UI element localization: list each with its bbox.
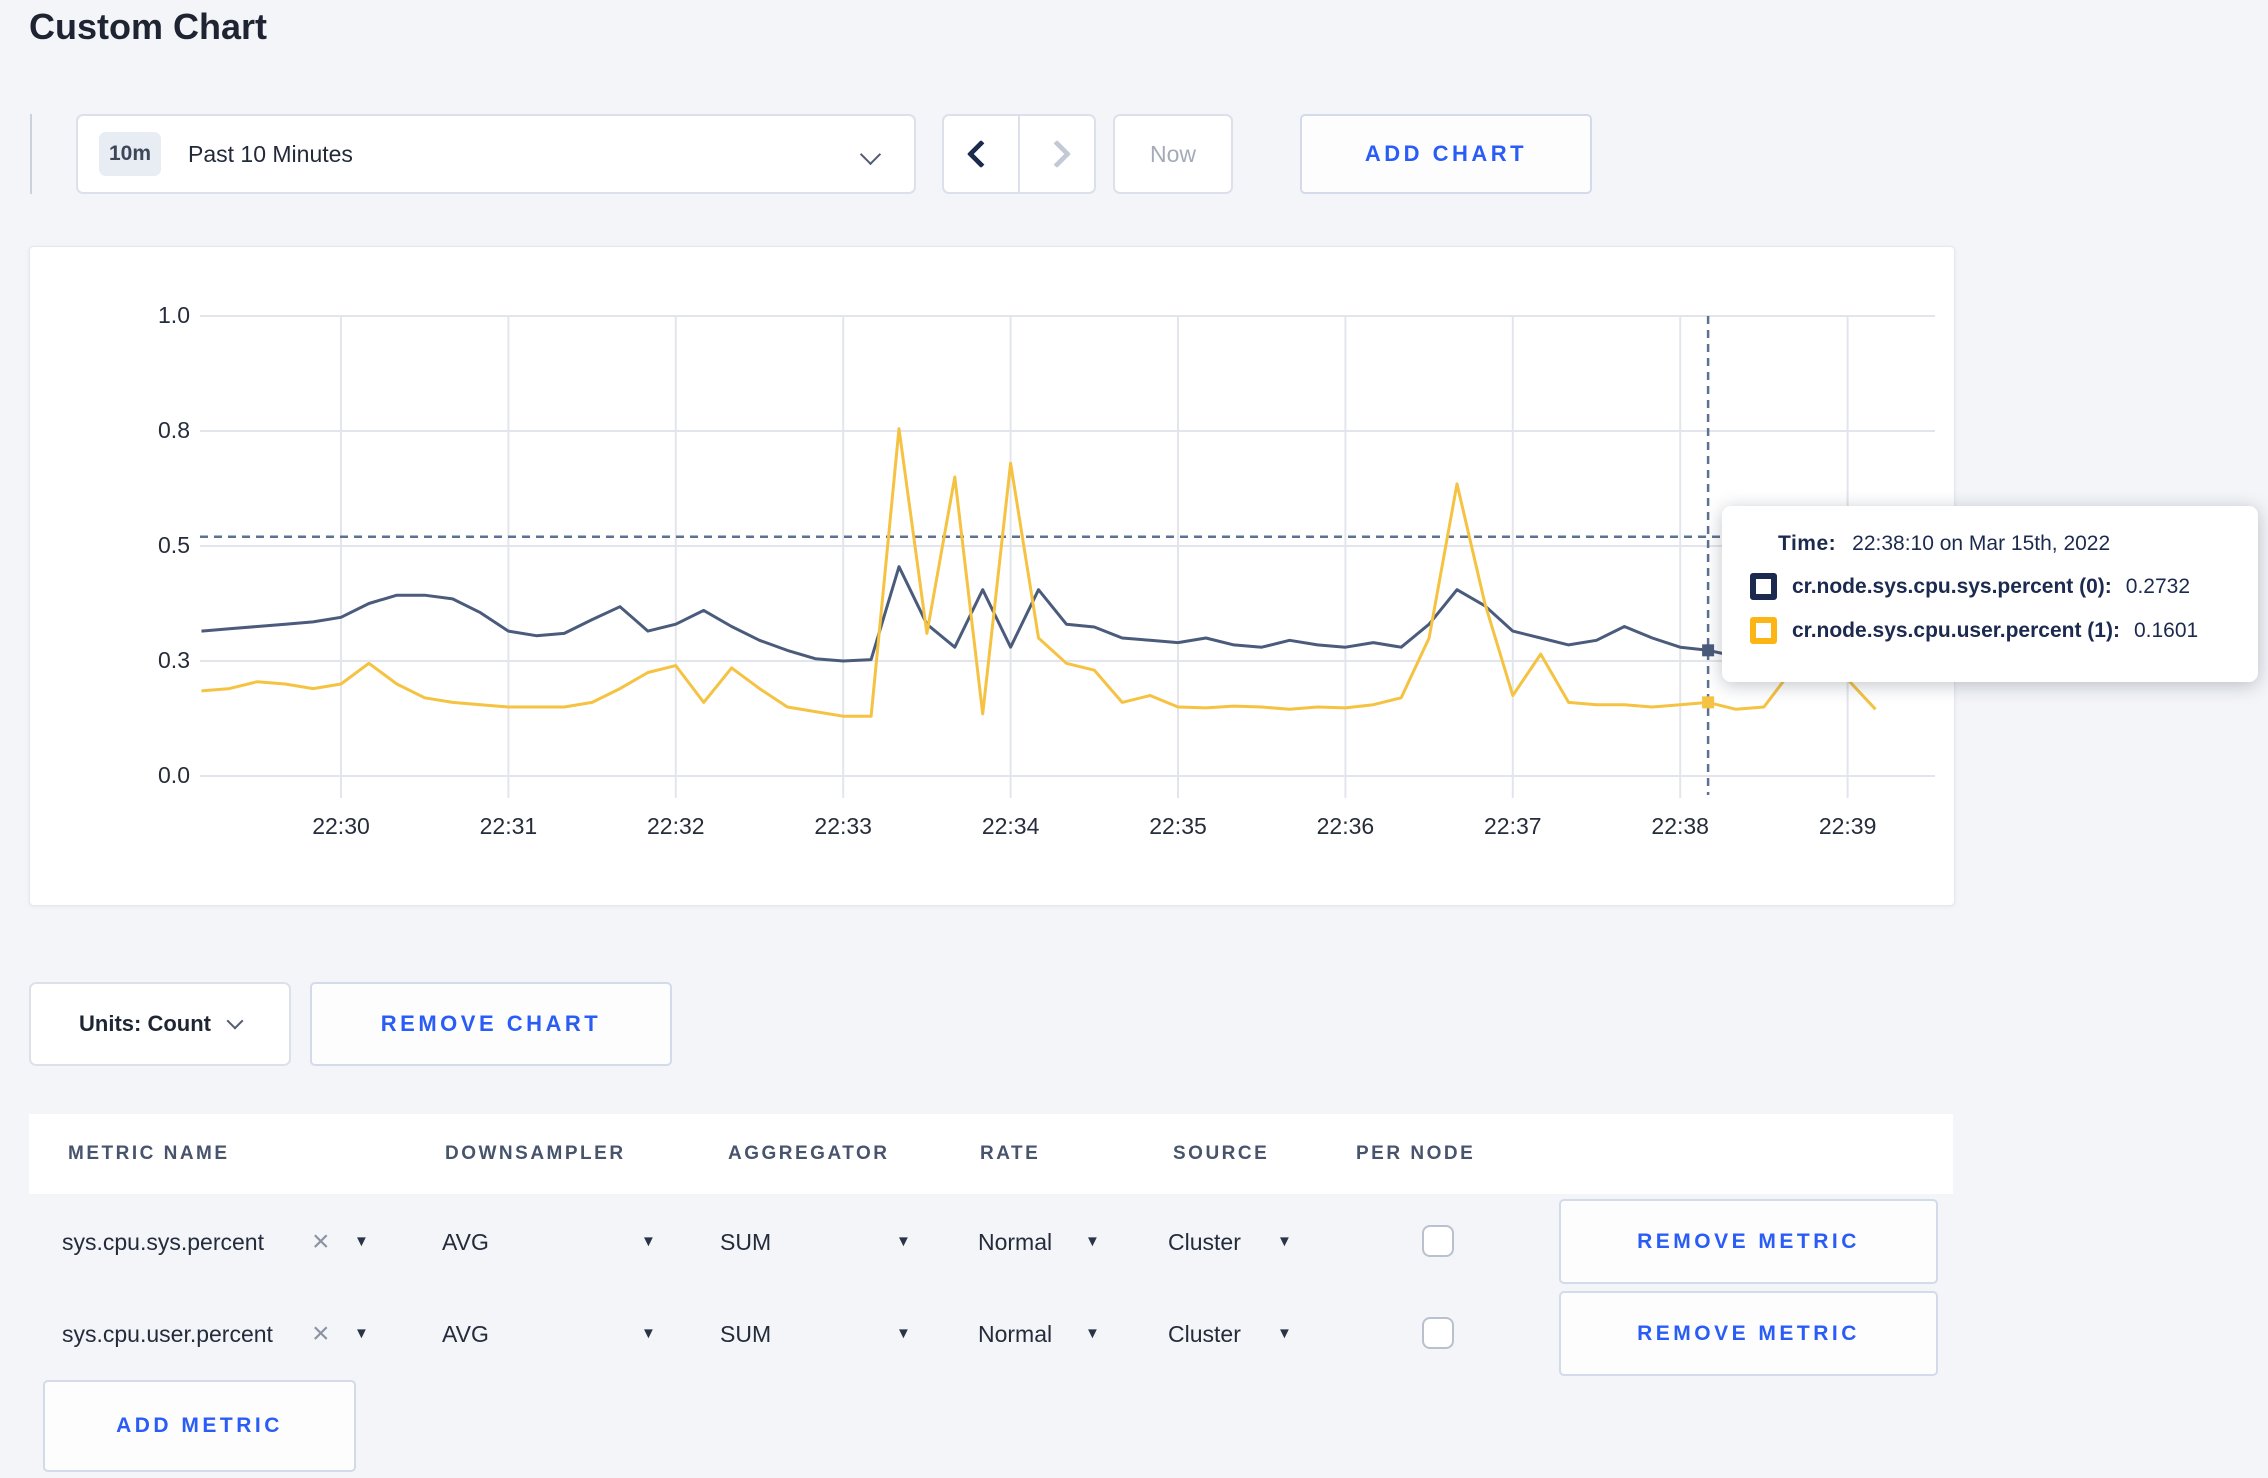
x-axis-tick-label: 22:36 (1316, 813, 1375, 839)
tooltip-series-name: cr.node.sys.cpu.user.percent (1): (1792, 618, 2120, 642)
dropdown-arrow-icon[interactable]: ▼ (1085, 1196, 1100, 1288)
dropdown-arrow-icon[interactable]: ▼ (354, 1288, 369, 1380)
time-range-pager (942, 114, 1096, 194)
metrics-table-header: METRIC NAME DOWNSAMPLER AGGREGATOR RATE … (29, 1114, 1953, 1194)
per-node-checkbox[interactable] (1422, 1317, 1454, 1349)
tooltip-series-row: cr.node.sys.cpu.sys.percent (0): 0.2732 (1750, 573, 2258, 600)
chevron-down-icon (226, 1012, 244, 1030)
x-axis-tick-label: 22:35 (1149, 813, 1207, 839)
chevron-right-icon (1042, 139, 1072, 169)
chart-tooltip: Time: 22:38:10 on Mar 15th, 2022 cr.node.… (1722, 506, 2258, 682)
metric-row: sys.cpu.sys.percent × ▼ AVG ▼ SUM ▼ Norm… (0, 1196, 2268, 1288)
metric-name-select[interactable]: sys.cpu.sys.percent (62, 1196, 264, 1288)
add-metric-button[interactable]: ADD METRIC (43, 1380, 356, 1472)
y-axis-tick-label: 0.3 (158, 647, 190, 673)
clear-metric-icon[interactable]: × (312, 1196, 330, 1288)
add-chart-button[interactable]: ADD CHART (1300, 114, 1592, 194)
dropdown-arrow-icon[interactable]: ▼ (1277, 1288, 1292, 1380)
chevron-left-icon (966, 139, 996, 169)
aggregator-select[interactable]: SUM (720, 1196, 771, 1288)
chart-panel: 0.0 0.3 0.5 0.8 1.0 22:30 22:31 22:32 22:33 22:34… (29, 246, 2258, 906)
x-axis-tick-label: 22:30 (312, 813, 370, 839)
col-aggregator: AGGREGATOR (728, 1143, 890, 1164)
x-axis-tick-label: 22:32 (647, 813, 705, 839)
x-axis-tick-label: 22:31 (479, 813, 538, 839)
dropdown-arrow-icon[interactable]: ▼ (354, 1196, 369, 1288)
downsampler-select[interactable]: AVG (442, 1288, 489, 1380)
sys-series-swatch (1750, 573, 1777, 600)
per-node-checkbox[interactable] (1422, 1225, 1454, 1257)
time-window-label: Past 10 Minutes (188, 140, 353, 167)
tooltip-series-name: cr.node.sys.cpu.sys.percent (0): (1792, 574, 2112, 598)
source-select[interactable]: Cluster (1168, 1196, 1241, 1288)
dropdown-arrow-icon[interactable]: ▼ (1085, 1288, 1100, 1380)
col-per-node: PER NODE (1356, 1143, 1476, 1164)
tooltip-series-row: cr.node.sys.cpu.user.percent (1): 0.1601 (1750, 617, 2258, 644)
x-axis-tick-label: 22:34 (981, 813, 1040, 839)
next-range-button[interactable] (1020, 116, 1094, 192)
y-axis-tick-label: 1.0 (158, 302, 190, 328)
x-axis-tick-label: 22:38 (1651, 813, 1709, 839)
remove-chart-button[interactable]: REMOVE CHART (310, 982, 672, 1066)
timeseries-chart[interactable] (30, 247, 1952, 903)
now-button[interactable]: Now (1113, 114, 1233, 194)
x-axis-tick-label: 22:39 (1818, 813, 1877, 839)
units-select[interactable]: Units: Count (29, 982, 291, 1066)
remove-metric-button[interactable]: REMOVE METRIC (1559, 1291, 1938, 1376)
custom-chart-page: Custom Chart 10m Past 10 Minutes Now ADD… (0, 0, 2268, 1478)
metric-row: sys.cpu.user.percent × ▼ AVG ▼ SUM ▼ Nor… (0, 1288, 2268, 1380)
remove-metric-button[interactable]: REMOVE METRIC (1559, 1199, 1938, 1284)
y-axis-tick-label: 0.8 (158, 417, 190, 443)
dropdown-arrow-icon[interactable]: ▼ (641, 1288, 656, 1380)
clear-metric-icon[interactable]: × (312, 1288, 330, 1380)
series-line-cr.node.sys.cpu.sys.percent (201, 565, 1876, 663)
col-metric-name: METRIC NAME (68, 1143, 230, 1164)
page-title: Custom Chart (29, 6, 268, 47)
downsampler-select[interactable]: AVG (442, 1196, 489, 1288)
time-window-select[interactable]: 10m Past 10 Minutes (76, 114, 916, 194)
rate-select[interactable]: Normal (978, 1196, 1052, 1288)
dropdown-arrow-icon[interactable]: ▼ (641, 1196, 656, 1288)
tooltip-series-value: 0.1601 (2133, 618, 2199, 642)
units-label: Units: Count (79, 1011, 211, 1036)
tooltip-time-value: 22:38:10 on Mar 15th, 2022 (1852, 532, 2111, 555)
tooltip-series-value: 0.2732 (2125, 574, 2191, 598)
x-axis-tick-label: 22:37 (1484, 813, 1542, 839)
col-rate: RATE (980, 1143, 1041, 1164)
aggregator-select[interactable]: SUM (720, 1288, 771, 1380)
user-series-swatch (1750, 617, 1777, 644)
col-source: SOURCE (1173, 1143, 1270, 1164)
y-axis-tick-label: 0.5 (158, 532, 190, 558)
dropdown-arrow-icon[interactable]: ▼ (896, 1288, 911, 1380)
source-select[interactable]: Cluster (1168, 1288, 1241, 1380)
rate-select[interactable]: Normal (978, 1288, 1052, 1380)
chevron-down-icon (859, 143, 882, 166)
dropdown-arrow-icon[interactable]: ▼ (1277, 1196, 1292, 1288)
tooltip-time-label: Time: (1778, 532, 1837, 555)
metric-name-select[interactable]: sys.cpu.user.percent (62, 1288, 273, 1380)
dropdown-arrow-icon[interactable]: ▼ (896, 1196, 911, 1288)
prev-range-button[interactable] (944, 116, 1020, 192)
time-window-badge: 10m (99, 132, 161, 176)
toolbar-divider (30, 114, 32, 194)
x-axis-tick-label: 22:33 (814, 813, 872, 839)
hover-point-marker (1702, 644, 1715, 657)
hover-point-marker (1702, 696, 1715, 709)
col-downsampler: DOWNSAMPLER (445, 1143, 626, 1164)
y-axis-tick-label: 0.0 (158, 762, 190, 788)
tooltip-time: Time: 22:38:10 on Mar 15th, 2022 (1778, 532, 2258, 556)
series-line-cr.node.sys.cpu.user.percent (201, 427, 1877, 718)
